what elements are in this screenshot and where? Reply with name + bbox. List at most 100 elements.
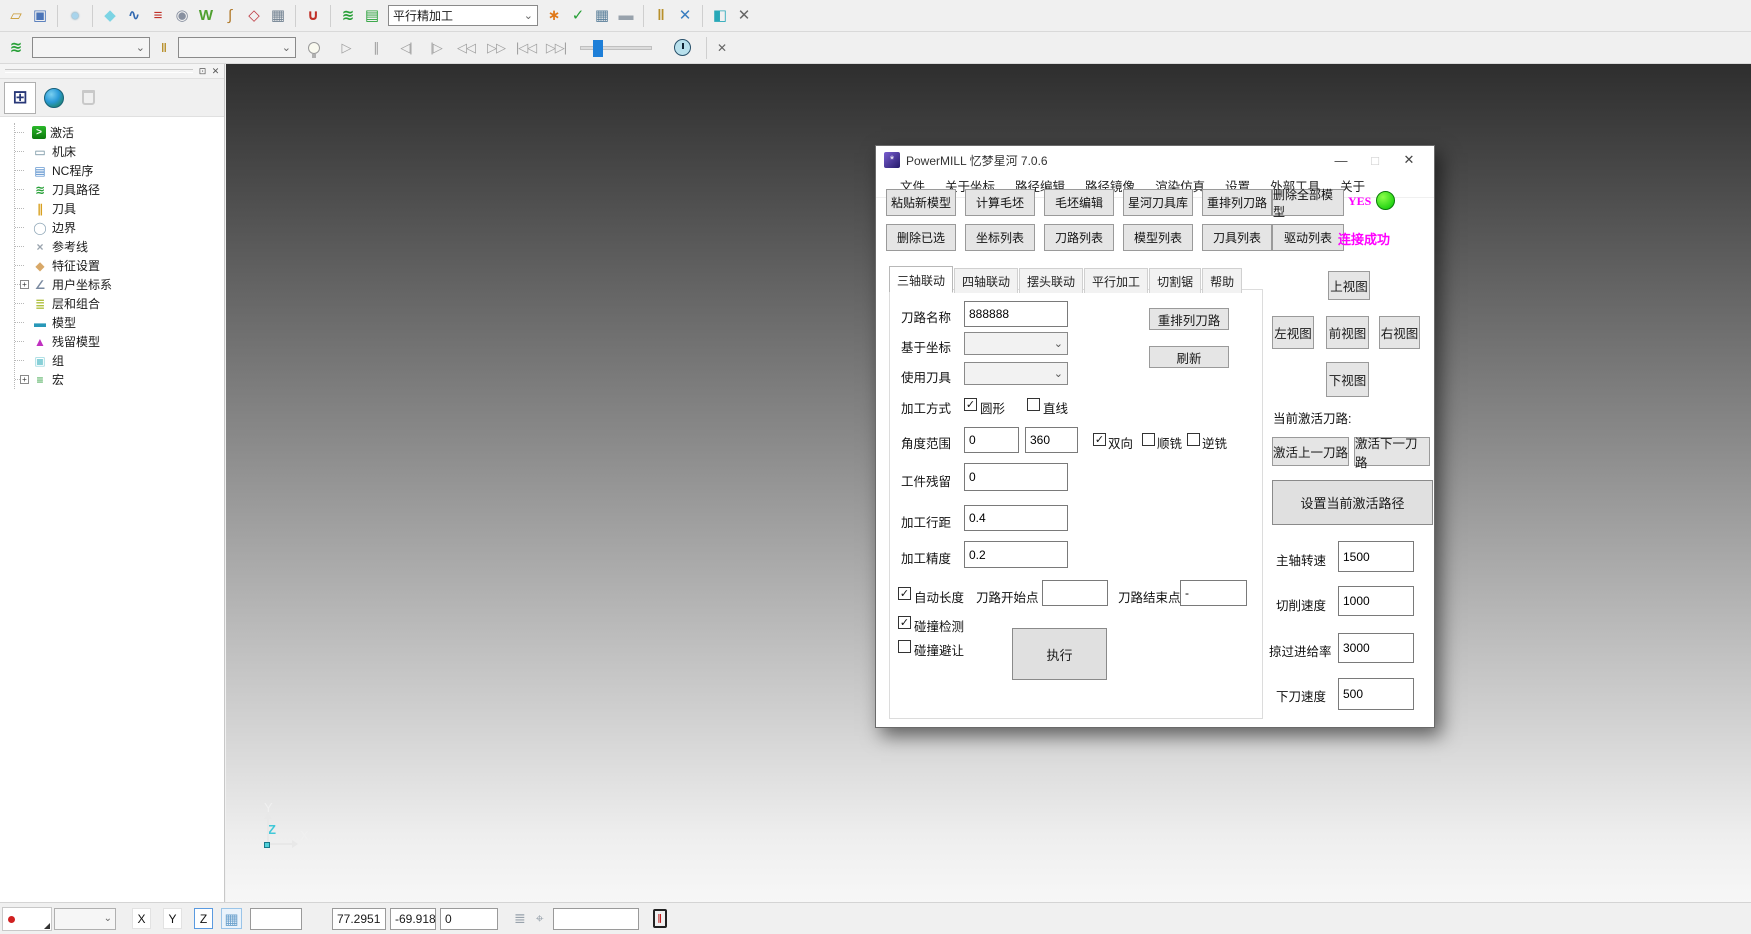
tree-item[interactable]: + ▣ 组	[15, 351, 224, 370]
strategy-list-icon[interactable]: ▤	[360, 4, 384, 28]
machining-tab[interactable]: 四轴联动	[954, 268, 1018, 293]
tool-select[interactable]: ⌄	[964, 362, 1068, 385]
auto-length-checkbox[interactable]	[898, 587, 911, 600]
step-back-icon[interactable]: ◁|	[394, 36, 418, 60]
coord-select[interactable]: ⌄	[964, 332, 1068, 355]
ruler-icon[interactable]: ▬	[614, 4, 638, 28]
dialog-button[interactable]: 计算毛坯	[965, 189, 1035, 216]
dialog-titlebar[interactable]: * PowerMILL 忆梦星河 7.0.6 — □ ✕	[876, 146, 1434, 174]
plunge-feed-input[interactable]	[1338, 678, 1414, 710]
tree-item[interactable]: + ≋ 刀具路径	[15, 180, 224, 199]
explorer-tab[interactable]: ⊞	[4, 82, 36, 114]
dialog-button[interactable]: 毛坯编辑	[1044, 189, 1114, 216]
minimize-button[interactable]: —	[1324, 149, 1358, 171]
tree-item[interactable]: + ∥ 刀具	[15, 199, 224, 218]
toolpath-strategy-icon[interactable]: ∿	[122, 4, 146, 28]
step-forward-icon[interactable]: |▷	[424, 36, 448, 60]
compare-tools-icon[interactable]: ‖	[649, 4, 673, 28]
view-front-button[interactable]: 前视图	[1326, 316, 1369, 349]
tree-item[interactable]: + ≡ 宏	[15, 370, 224, 389]
line-checkbox[interactable]	[1027, 398, 1040, 411]
tree-item[interactable]: + ∠ 用户坐标系	[15, 275, 224, 294]
coordinate-x-field[interactable]: 77.2951	[332, 908, 386, 930]
machining-tab[interactable]: 帮助	[1202, 268, 1242, 293]
both-direction-checkbox[interactable]	[1093, 433, 1106, 446]
separator[interactable]	[643, 5, 644, 27]
dialog-button[interactable]: 模型列表	[1123, 224, 1193, 251]
machining-tab[interactable]: 切割锯	[1149, 268, 1201, 293]
separator[interactable]	[57, 5, 58, 27]
tool-icon[interactable]: ◉	[170, 4, 194, 28]
toolbar-close-icon[interactable]: ✕	[732, 4, 756, 28]
viewmill-icon[interactable]: ●	[63, 4, 87, 28]
dialog-button[interactable]: 粘贴新模型	[886, 189, 956, 216]
close-panel-icon[interactable]: ✕	[209, 65, 222, 77]
end-point-input[interactable]	[1180, 580, 1247, 606]
collision-check-checkbox[interactable]	[898, 616, 911, 629]
dialog-button[interactable]: 星河刀具库	[1123, 189, 1193, 216]
block-icon[interactable]: ◆	[98, 4, 122, 28]
recycle-tab[interactable]	[72, 82, 104, 114]
separator[interactable]	[702, 5, 703, 27]
separator[interactable]	[92, 5, 93, 27]
grid-snap-icon[interactable]: ▦	[221, 908, 242, 929]
tool-check-icon[interactable]: ✓	[566, 4, 590, 28]
record-indicator[interactable]	[2, 907, 52, 931]
activate-prev-toolpath-button[interactable]: 激活上一刀路	[1272, 437, 1349, 466]
fast-forward-icon[interactable]: ▷▷	[484, 36, 508, 60]
stock-input[interactable]	[964, 463, 1068, 491]
angle-to-input[interactable]	[1025, 427, 1078, 453]
tool-holder-icon[interactable]: ∪	[301, 4, 325, 28]
separator[interactable]	[295, 5, 296, 27]
pattern-icon[interactable]: ◇	[242, 4, 266, 28]
dialog-button[interactable]: 重排列刀路	[1202, 189, 1272, 216]
lightbulb-icon[interactable]	[308, 42, 320, 54]
go-start-icon[interactable]: |◁◁	[514, 36, 538, 60]
machining-tab[interactable]: 平行加工	[1084, 268, 1148, 293]
rearrange-toolpaths-button[interactable]: 重排列刀路	[1149, 308, 1229, 330]
clock-icon[interactable]	[674, 39, 691, 56]
stepover-input[interactable]	[964, 505, 1068, 531]
circle-checkbox[interactable]	[964, 398, 977, 411]
tree-item[interactable]: + ◯ 边界	[15, 218, 224, 237]
dialog-button[interactable]: 驱动列表	[1272, 224, 1344, 251]
set-active-path-button[interactable]: 设置当前激活路径	[1272, 480, 1433, 525]
activate-next-toolpath-button[interactable]: 激活下一刀路	[1354, 437, 1430, 466]
status-select[interactable]: ⌄	[54, 908, 116, 930]
expand-icon[interactable]: +	[20, 375, 29, 384]
execute-button[interactable]: 执行	[1012, 628, 1107, 680]
leads-links-icon[interactable]: W	[194, 4, 218, 28]
spindle-speed-input[interactable]	[1338, 541, 1414, 572]
machining-tab[interactable]: 三轴联动	[889, 266, 953, 293]
view-top-button[interactable]: 上视图	[1328, 271, 1370, 300]
go-end-icon[interactable]: ▷▷|	[544, 36, 568, 60]
rewind-icon[interactable]: ◁◁	[454, 36, 478, 60]
expand-icon[interactable]: +	[20, 280, 29, 289]
measure-field[interactable]	[553, 908, 639, 930]
close-button[interactable]: ✕	[1392, 149, 1426, 171]
z-axis-button[interactable]: Z	[194, 908, 213, 929]
active-toolpath-icon[interactable]: ≋	[336, 4, 360, 28]
tree-item[interactable]: + ≣ 层和组合	[15, 294, 224, 313]
dialog-button[interactable]: 坐标列表	[965, 224, 1035, 251]
simulation-speed-slider[interactable]	[580, 46, 652, 50]
new-tool-icon[interactable]: ∗	[542, 4, 566, 28]
toolpath-name-input[interactable]	[964, 301, 1068, 327]
refresh-button[interactable]: 刷新	[1149, 346, 1229, 368]
rapid-feed-input[interactable]	[1338, 633, 1414, 663]
view-bottom-button[interactable]: 下视图	[1326, 362, 1369, 397]
pause-icon[interactable]: ∥	[364, 36, 388, 60]
coordinate-z-field[interactable]: 0	[440, 908, 498, 930]
dialog-button[interactable]: 刀具列表	[1202, 224, 1272, 251]
cutting-feed-input[interactable]	[1338, 586, 1414, 616]
curve-editor-icon[interactable]: ∫	[218, 4, 242, 28]
float-panel-icon[interactable]: ⊡	[196, 65, 209, 77]
swap-axes-icon[interactable]: ✕	[673, 4, 697, 28]
tree-item[interactable]: + × 参考线	[15, 237, 224, 256]
angle-from-input[interactable]	[964, 427, 1019, 453]
tree-item[interactable]: + ◆ 特征设置	[15, 256, 224, 275]
open-project-icon[interactable]: ▱	[4, 4, 28, 28]
tree-item[interactable]: + ▲ 残留模型	[15, 332, 224, 351]
play-icon[interactable]: ▷	[334, 36, 358, 60]
strategy-select[interactable]: 平行精加工 ⌄	[388, 5, 538, 26]
